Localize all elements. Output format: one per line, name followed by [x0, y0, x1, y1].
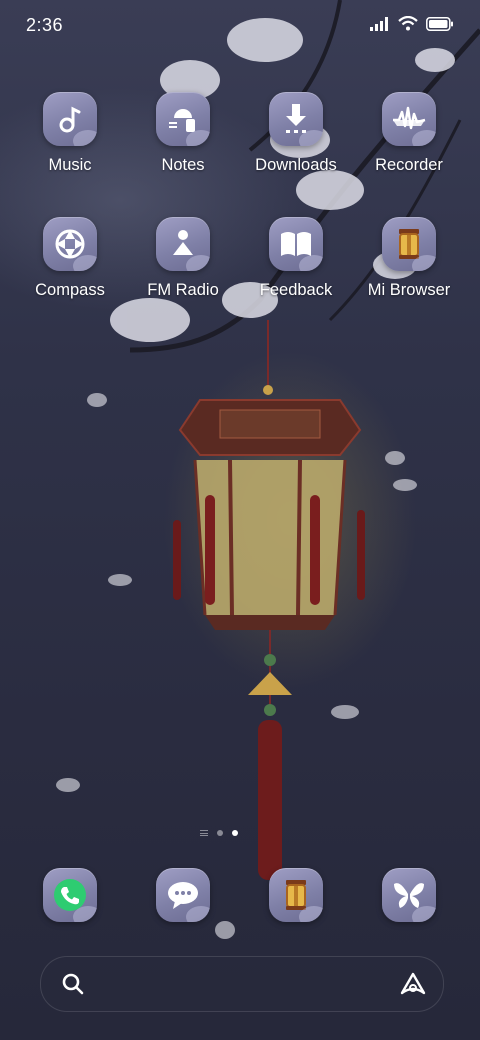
- app-label: Downloads: [255, 156, 337, 174]
- app-compass[interactable]: Compass: [20, 217, 120, 300]
- signal-icon: [370, 16, 388, 31]
- status-icons: [370, 16, 454, 31]
- butterfly-icon: [382, 868, 436, 922]
- status-bar: 2:36: [0, 0, 480, 50]
- app-recorder[interactable]: Recorder: [359, 92, 459, 175]
- battery-icon: [426, 16, 453, 31]
- phone-icon: [43, 868, 97, 922]
- app-fm-radio[interactable]: FM Radio: [133, 217, 233, 300]
- dock-browser[interactable]: [246, 868, 346, 922]
- app-feedback[interactable]: Feedback: [246, 217, 346, 300]
- list-indicator-icon: [200, 830, 208, 836]
- search-bar[interactable]: [40, 956, 444, 1012]
- app-label: Mi Browser: [367, 281, 451, 299]
- app-label: Music: [48, 156, 92, 174]
- status-time: 2:36: [26, 15, 64, 35]
- app-notes[interactable]: Notes: [133, 92, 233, 175]
- app-label: Compass: [35, 281, 105, 299]
- dock-themes[interactable]: [359, 868, 459, 922]
- download-icon: [269, 92, 323, 146]
- compass-icon: [43, 217, 97, 271]
- dock-messages[interactable]: [133, 868, 233, 922]
- notes-icon: [156, 92, 210, 146]
- music-note-icon: [43, 92, 97, 146]
- waveform-icon: [382, 92, 436, 146]
- app-label: Recorder: [375, 156, 443, 174]
- lantern-icon: [269, 868, 323, 922]
- page-dot-active: [232, 830, 238, 836]
- app-label: Notes: [161, 156, 205, 174]
- radio-icon: [156, 217, 210, 271]
- message-bubble-icon: [156, 868, 210, 922]
- assistant-icon[interactable]: [399, 971, 427, 997]
- app-label: FM Radio: [147, 281, 219, 299]
- lantern-icon: [382, 217, 436, 271]
- app-mi-browser[interactable]: Mi Browser: [359, 217, 459, 300]
- wifi-icon: [398, 16, 418, 31]
- search-icon[interactable]: [61, 972, 85, 996]
- app-label: Feedback: [259, 281, 333, 299]
- book-icon: [269, 217, 323, 271]
- dock-phone[interactable]: [20, 868, 120, 922]
- page-dot: [217, 830, 223, 836]
- app-music[interactable]: Music: [20, 92, 120, 175]
- page-indicator[interactable]: [200, 830, 238, 836]
- app-downloads[interactable]: Downloads: [246, 92, 346, 175]
